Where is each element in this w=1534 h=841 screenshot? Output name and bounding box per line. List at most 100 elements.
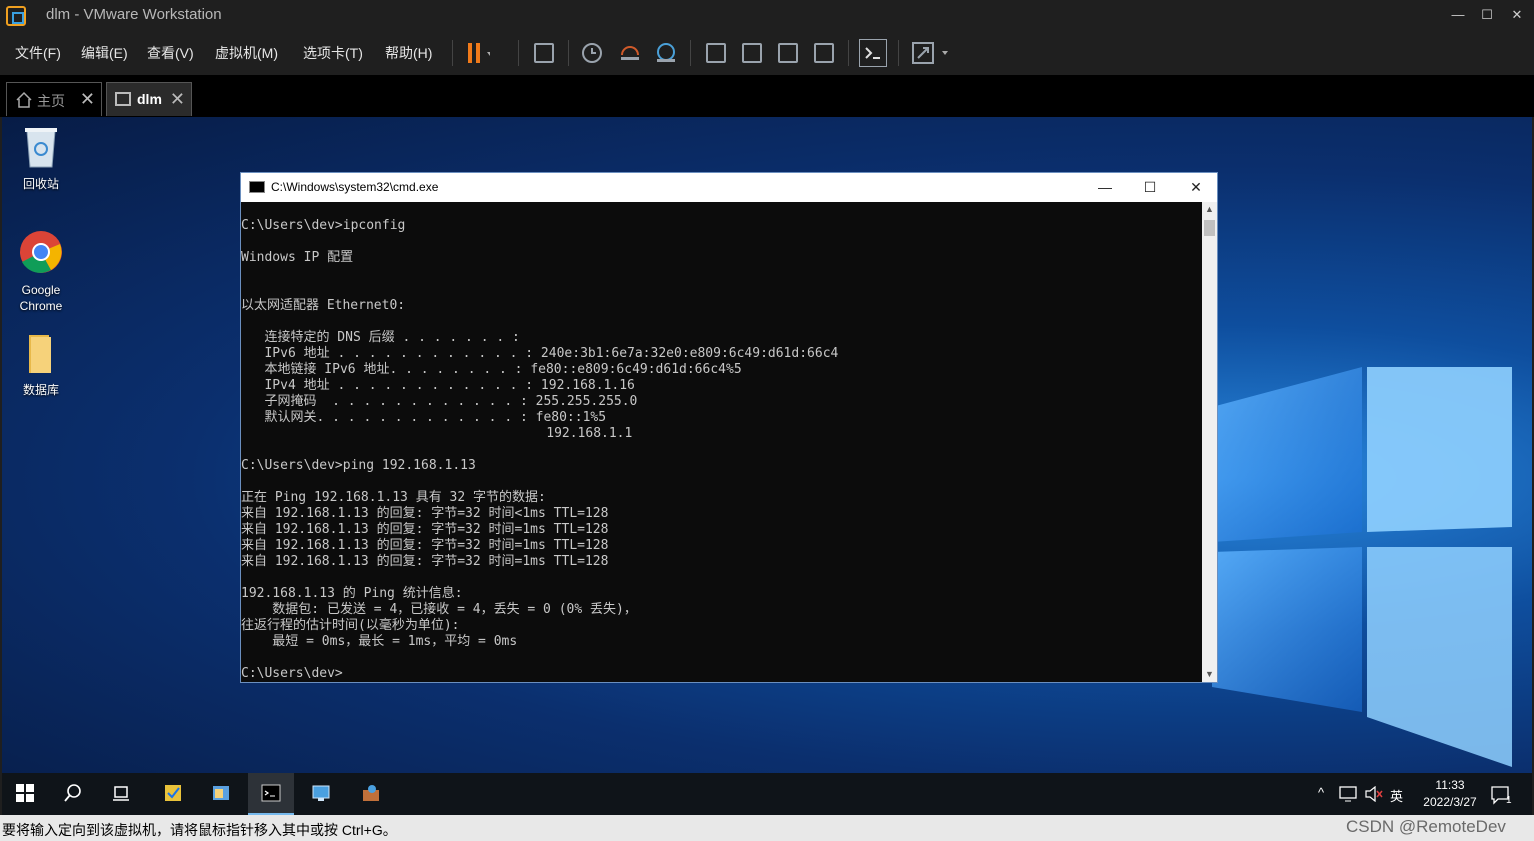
close-icon[interactable]: ✕ <box>80 89 95 110</box>
revert-snapshot-button[interactable] <box>616 39 644 67</box>
thumbnail-bar-icon <box>742 43 762 63</box>
cmd-line: 来自 192.168.1.13 的回复: 字节=32 时间=1ms TTL=12… <box>241 522 609 537</box>
taskbar: ^ 英 11:33 2022/3/27 1 <box>2 773 1532 815</box>
desktop-icon-label: Google Chrome <box>19 283 63 313</box>
cmd-line: 192.168.1.1 <box>241 426 633 441</box>
start-button[interactable] <box>2 773 48 815</box>
cmd-minimize-button[interactable]: — <box>1087 177 1123 197</box>
cmd-line: 来自 192.168.1.13 的回复: 字节=32 时间=1ms TTL=12… <box>241 538 609 553</box>
search-icon <box>64 784 81 802</box>
cmd-line <box>241 570 1202 586</box>
cmd-line <box>241 234 1202 250</box>
pause-button[interactable] <box>462 39 493 67</box>
taskbar-app-cmd[interactable] <box>248 773 294 815</box>
notification-count: 1 <box>1506 795 1512 806</box>
toolbar-divider <box>898 40 899 66</box>
cmd-line: 192.168.1.13 的 Ping 统计信息: <box>241 586 463 601</box>
cmd-line <box>241 442 1202 458</box>
desktop-icon-google-chrome[interactable]: Google Chrome <box>4 229 78 314</box>
console-view-button[interactable] <box>859 39 887 67</box>
cmd-line: 最短 = 0ms，最长 = 1ms，平均 = 0ms <box>241 634 518 649</box>
cmd-titlebar[interactable]: C:\Windows\system32\cmd.exe — ☐ ✕ <box>241 173 1217 202</box>
clock-date: 2022/3/27 <box>1423 795 1477 809</box>
task-view-button[interactable] <box>98 773 144 815</box>
toolbar-divider <box>690 40 691 66</box>
unity-button[interactable] <box>810 39 838 67</box>
clock[interactable]: 11:33 2022/3/27 <box>1410 777 1490 811</box>
minimize-button[interactable]: — <box>1443 4 1473 26</box>
server-manager-icon <box>165 785 181 801</box>
cmd-output[interactable]: C:\Users\dev>ipconfig Windows IP 配置 以太网适… <box>241 202 1202 682</box>
cmd-line: 本地链接 IPv6 地址. . . . . . . . : fe80::e809… <box>241 362 742 377</box>
menu-view[interactable]: 查看(V) <box>147 43 194 63</box>
cmd-maximize-button[interactable]: ☐ <box>1132 177 1168 197</box>
desktop-icon-folder[interactable]: 数据库 <box>4 333 78 398</box>
windows-start-icon <box>16 784 34 802</box>
input-language-indicator[interactable]: 英 <box>1390 786 1403 805</box>
cmd-line: Windows IP 配置 <box>241 250 354 265</box>
desktop-icon-label: 回收站 <box>22 177 59 191</box>
scroll-down-icon[interactable]: ▼ <box>1202 667 1217 682</box>
show-hidden-icons-icon[interactable]: ^ <box>1318 785 1324 800</box>
search-button[interactable] <box>50 773 96 815</box>
cmd-line <box>241 282 1202 298</box>
taskbar-app-toolbox[interactable] <box>348 773 394 815</box>
stretch-icon <box>912 42 948 64</box>
toolbox-icon <box>363 785 379 801</box>
pause-icon <box>468 43 493 63</box>
taskbar-app-remote[interactable] <box>298 773 344 815</box>
scroll-up-icon[interactable]: ▲ <box>1202 202 1217 217</box>
cmd-line: 子网掩码 . . . . . . . . . . . . : 255.255.2… <box>241 394 638 409</box>
menu-help[interactable]: 帮助(H) <box>385 43 432 63</box>
full-screen-button[interactable] <box>774 39 802 67</box>
cmd-line <box>241 314 1202 330</box>
keyboard-icon <box>534 43 554 63</box>
cmd-line: C:\Users\dev> <box>241 666 343 681</box>
toolbar-divider <box>568 40 569 66</box>
show-library-button[interactable] <box>702 39 730 67</box>
chrome-icon <box>20 231 62 273</box>
recycle-bin-icon <box>25 128 57 168</box>
show-thumbnail-button[interactable] <box>738 39 766 67</box>
cmd-line: IPv6 地址 . . . . . . . . . . . . : 240e:3… <box>241 346 839 361</box>
snapshot-manager-button[interactable] <box>652 39 680 67</box>
guest-desktop[interactable]: 回收站 Google Chrome 数据库 C:\Windows\system3… <box>2 117 1532 773</box>
snapshot-manager-icon <box>657 43 675 62</box>
menu-tabs[interactable]: 选项卡(T) <box>303 43 363 63</box>
network-icon[interactable] <box>1339 786 1357 802</box>
terminal-icon <box>865 47 880 59</box>
vmware-logo-icon <box>6 6 26 26</box>
taskbar-app-manager[interactable] <box>150 773 196 815</box>
cmd-scrollbar[interactable]: ▲ ▼ <box>1202 202 1217 682</box>
menu-vm[interactable]: 虚拟机(M) <box>215 43 278 63</box>
task-view-icon <box>113 786 129 801</box>
tab-home[interactable]: 主页 ✕ <box>6 82 102 116</box>
taskbar-app-explorer[interactable] <box>198 773 244 815</box>
maximize-button[interactable]: ☐ <box>1472 4 1502 26</box>
toolbar-divider <box>848 40 849 66</box>
cmd-line: C:\Users\dev>ipconfig <box>241 218 406 233</box>
volume-muted-icon[interactable] <box>1364 786 1384 802</box>
close-button[interactable]: ✕ <box>1502 4 1532 26</box>
cmd-line: 以太网适配器 Ethernet0: <box>241 298 406 313</box>
cmd-window[interactable]: C:\Windows\system32\cmd.exe — ☐ ✕ C:\Use… <box>240 172 1218 683</box>
toolbar-divider <box>452 40 453 66</box>
watermark: CSDN @RemoteDev <box>1346 817 1506 836</box>
tab-dlm[interactable]: dlm ✕ <box>106 82 192 116</box>
stretch-guest-button[interactable] <box>910 39 948 67</box>
menu-edit[interactable]: 编辑(E) <box>81 43 128 63</box>
scroll-thumb[interactable] <box>1204 220 1215 236</box>
vm-tab-icon <box>115 92 131 106</box>
menu-file[interactable]: 文件(F) <box>15 43 61 63</box>
file-explorer-icon <box>213 786 229 800</box>
window-title: dlm - VMware Workstation <box>46 6 222 23</box>
cmd-line: 连接特定的 DNS 后缀 . . . . . . . : <box>241 330 520 345</box>
close-icon[interactable]: ✕ <box>170 89 185 110</box>
cmd-close-button[interactable]: ✕ <box>1178 177 1214 197</box>
desktop-icon-recycle-bin[interactable]: 回收站 <box>4 125 78 192</box>
tab-home-label: 主页 <box>37 93 65 109</box>
snapshot-button[interactable] <box>578 39 606 67</box>
cmd-line: 往返行程的估计时间(以毫秒为单位): <box>241 618 460 633</box>
cmd-line <box>241 474 1202 490</box>
send-ctrl-alt-del-button[interactable] <box>530 39 558 67</box>
